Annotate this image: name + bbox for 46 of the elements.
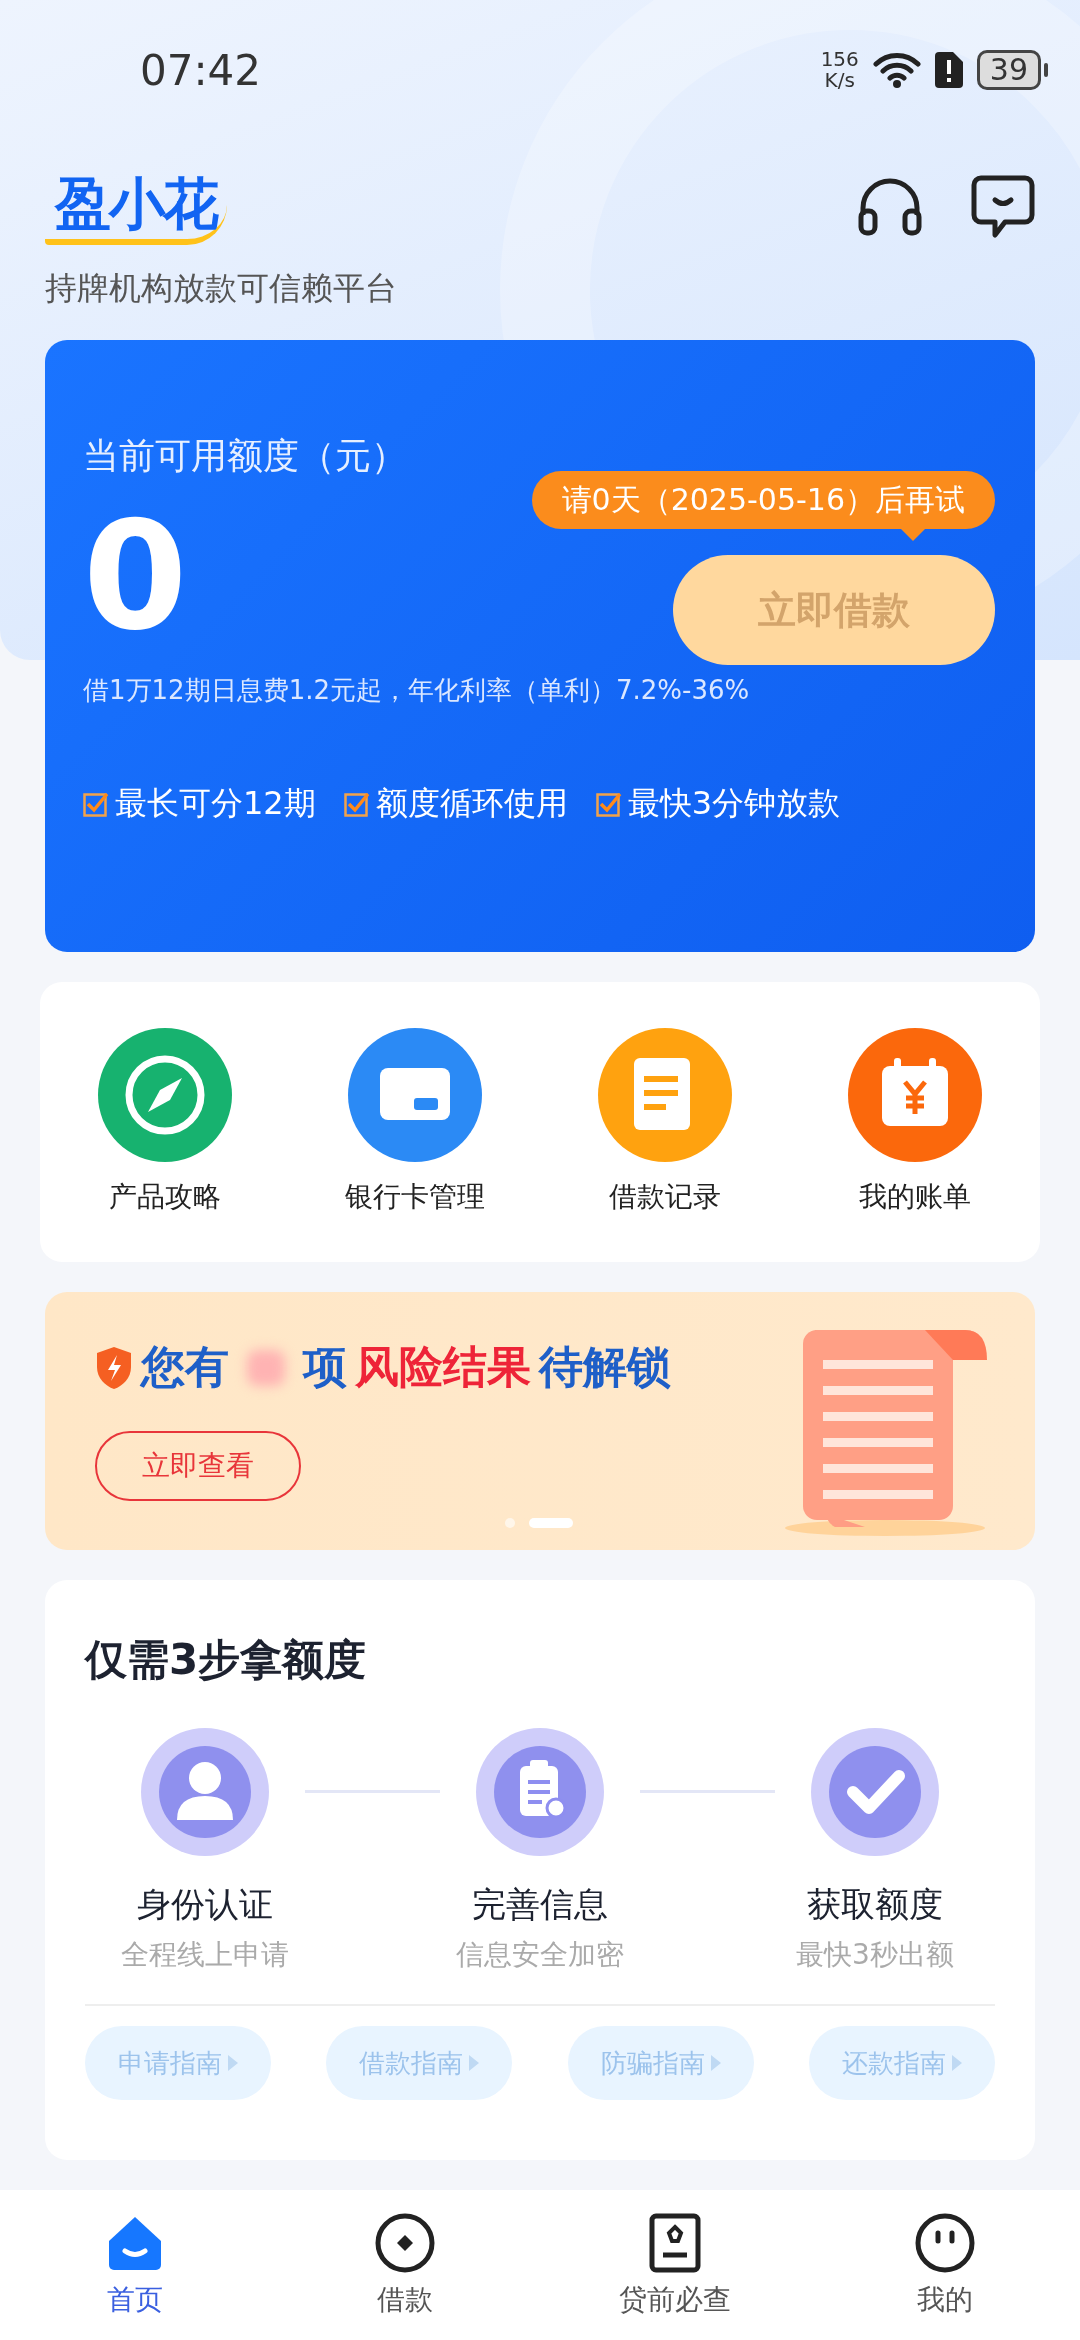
banner-title-text: 待解锁 [539,1340,671,1394]
caret-icon [228,2055,238,2071]
caret-icon [952,2055,962,2071]
caret-icon [710,2055,721,2071]
feature-label: 额度循环使用 [375,783,568,824]
tab[interactable]: 我的 [845,2210,1045,2320]
feature-label: 最快3分钟放款 [627,783,841,824]
shortcut-button[interactable]: 银行卡管理 [305,1027,525,1217]
shield-icon [95,1345,133,1390]
chat-icon[interactable] [971,175,1035,239]
step-subtitle: 最快3秒出额 [796,1937,954,1973]
caret-icon [469,2055,480,2071]
step-subtitle: 全程线上申请 [121,1937,289,1973]
network-speed-unit: K/s [823,70,856,91]
step-title: 身份认证 [137,1883,273,1926]
tooltip-pointer-icon [901,529,925,541]
shortcut-button[interactable]: 借款记录 [555,1027,775,1217]
check-icon [811,1728,939,1856]
view-now-button[interactable]: 立即查看 [95,1431,301,1501]
tab[interactable]: 贷前必查 [575,2210,775,2320]
network-speed: 156 [820,49,859,70]
redacted-count [247,1349,285,1386]
wifi-icon [872,51,921,89]
feature-label: 最长可分12期 [115,783,316,824]
rate-note: 借1万12期日息费1.2元起，年化利率（单利）7.2%-36% [83,674,751,707]
coin-icon [373,2211,437,2275]
tagline: 持牌机构放款可信赖平台 [45,268,398,309]
steps-title: 仅需3步拿额度 [85,1634,368,1686]
banner-title-text: 您有 [141,1340,229,1394]
step-subtitle: 信息安全加密 [456,1937,624,1973]
banner-title-highlight: 风险结果 [355,1340,531,1394]
tab[interactable]: 首页 [35,2210,235,2320]
step-title: 获取额度 [807,1883,943,1926]
person-icon [141,1728,269,1856]
face-icon [913,2211,977,2275]
retry-tooltip: 请0天（2025-05-16）后再试 [531,471,995,529]
shortcut-button[interactable]: 产品攻略 [55,1027,275,1217]
credit-label: 当前可用额度（元） [83,434,408,478]
shortcut-button[interactable]: 我的账单 [805,1027,1025,1217]
tab[interactable]: 借款 [305,2210,505,2320]
clock-time: 07:42 [140,45,262,95]
clipboard-icon [476,1728,604,1856]
app-logo: 盈小花 [45,169,227,245]
credit-amount: 0 [83,491,188,661]
step-title: 完善信息 [472,1883,608,1926]
banner-title-text: 项 [303,1340,347,1394]
